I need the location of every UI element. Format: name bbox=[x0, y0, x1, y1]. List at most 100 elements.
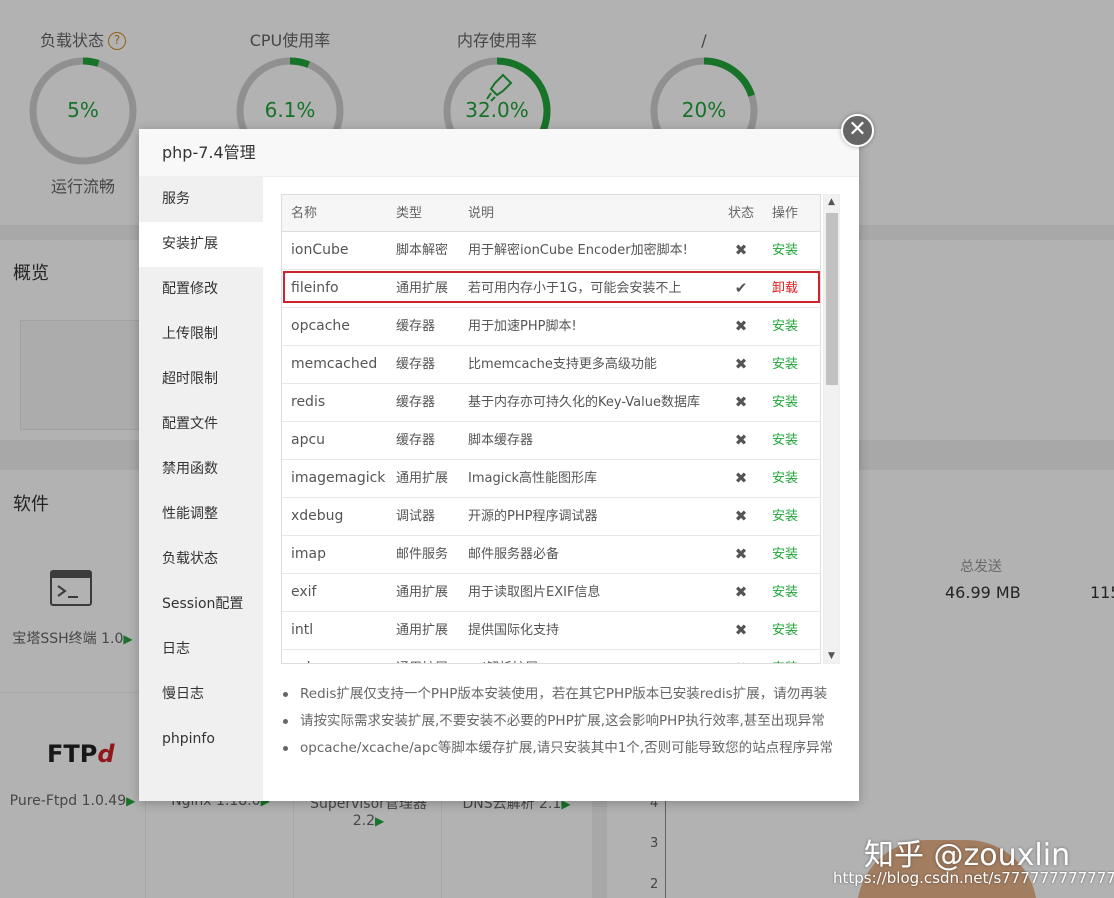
table-header: 名称 类型 说明 状态 操作 bbox=[282, 195, 820, 232]
extension-desc: xsl解析扩展 bbox=[468, 650, 723, 663]
install-link[interactable]: 安装 bbox=[772, 612, 812, 649]
table-scrollbar[interactable]: ▲ ▼ bbox=[823, 194, 840, 664]
extension-name: xdebug bbox=[291, 508, 344, 524]
extension-desc: 邮件服务器必备 bbox=[468, 547, 560, 562]
extension-type: 邮件服务 bbox=[396, 547, 449, 562]
extension-type: 缓存器 bbox=[396, 395, 436, 410]
sidebar-item[interactable]: 性能调整 bbox=[139, 492, 263, 537]
note-item: Redis扩展仅支持一个PHP版本安装使用，若在其它PHP版本已安装redis扩… bbox=[283, 681, 843, 708]
extension-type: 缓存器 bbox=[396, 433, 436, 448]
extension-desc: 用于加速PHP脚本! bbox=[468, 319, 577, 334]
table-row: imap 邮件服务 邮件服务器必备 ✖ 安装 bbox=[282, 536, 820, 574]
sidebar-item[interactable]: 慢日志 bbox=[139, 672, 263, 717]
table-row: intl 通用扩展 提供国际化支持 ✖ 安装 bbox=[282, 612, 820, 650]
cross-icon: ✖ bbox=[734, 355, 748, 373]
install-link[interactable]: 安装 bbox=[772, 460, 812, 497]
extension-name: imagemagick bbox=[291, 470, 386, 486]
extension-type: 缓存器 bbox=[396, 357, 436, 372]
cross-icon: ✖ bbox=[728, 650, 754, 663]
extension-type: 通用扩展 bbox=[396, 471, 449, 486]
table-row: xsl 通用扩展 xsl解析扩展 ✖ 安装 bbox=[282, 650, 820, 663]
cross-icon: ✖ bbox=[734, 469, 748, 487]
header-status: 状态 bbox=[728, 206, 754, 221]
table-row: exif 通用扩展 用于读取图片EXIF信息 ✖ 安装 bbox=[282, 574, 820, 612]
header-op: 操作 bbox=[772, 206, 799, 221]
install-link[interactable]: 安装 bbox=[772, 536, 812, 573]
extension-type: 通用扩展 bbox=[396, 650, 462, 663]
extension-desc: 用于读取图片EXIF信息 bbox=[468, 585, 601, 600]
install-link[interactable]: 安装 bbox=[772, 346, 812, 383]
cross-icon: ✖ bbox=[734, 583, 748, 601]
extension-desc: 开源的PHP程序调试器 bbox=[468, 509, 598, 524]
extension-desc: Imagick高性能图形库 bbox=[468, 471, 598, 486]
sidebar-item[interactable]: 安装扩展 bbox=[139, 222, 263, 267]
note-item: 请按实际需求安装扩展,不要安装不必要的PHP扩展,这会影响PHP执行效率,甚至出… bbox=[283, 708, 843, 735]
extension-type: 缓存器 bbox=[396, 319, 436, 334]
extension-type: 调试器 bbox=[396, 509, 436, 524]
extension-type: 脚本解密 bbox=[396, 243, 449, 258]
sidebar-item[interactable]: Session配置 bbox=[139, 582, 263, 627]
extension-name: imap bbox=[291, 546, 326, 562]
close-icon[interactable]: ✕ bbox=[841, 114, 874, 147]
note-item: opcache/xcache/apc等脚本缓存扩展,请只安装其中1个,否则可能导… bbox=[283, 735, 843, 762]
header-desc: 说明 bbox=[468, 206, 495, 221]
table-row: imagemagick 通用扩展 Imagick高性能图形库 ✖ 安装 bbox=[282, 460, 820, 498]
extension-name: memcached bbox=[291, 356, 378, 372]
extension-name: ionCube bbox=[291, 242, 349, 258]
php-manager-dialog: php-7.4管理 服务 安装扩展 配置修改 上传限制 超时限制 配置文件 禁用函数 性能调整… bbox=[139, 129, 859, 801]
extension-name: opcache bbox=[291, 318, 350, 334]
highlight-box bbox=[283, 271, 820, 303]
install-link[interactable]: 安装 bbox=[772, 498, 812, 535]
sidebar-item[interactable]: 超时限制 bbox=[139, 357, 263, 402]
table-row: apcu 缓存器 脚本缓存器 ✖ 安装 bbox=[282, 422, 820, 460]
cross-icon: ✖ bbox=[734, 507, 748, 525]
table-row: xdebug 调试器 开源的PHP程序调试器 ✖ 安装 bbox=[282, 498, 820, 536]
sidebar-item[interactable]: 日志 bbox=[139, 627, 263, 672]
scroll-up-icon[interactable]: ▲ bbox=[824, 197, 839, 207]
table-row: ionCube 脚本解密 用于解密ionCube Encoder加密脚本! ✖ 安装 bbox=[282, 232, 820, 270]
sidebar-item[interactable]: phpinfo bbox=[139, 717, 263, 762]
extension-type: 通用扩展 bbox=[396, 623, 449, 638]
install-link[interactable]: 安装 bbox=[772, 232, 812, 269]
sidebar-item[interactable]: 服务 bbox=[139, 177, 263, 222]
csdn-watermark: https://blog.csdn.net/s7777777777777 bbox=[833, 869, 1114, 887]
cross-icon: ✖ bbox=[734, 545, 748, 563]
sidebar-item[interactable]: 负载状态 bbox=[139, 537, 263, 582]
extension-name: apcu bbox=[291, 432, 326, 448]
install-link[interactable]: 安装 bbox=[772, 574, 812, 611]
extension-type: 通用扩展 bbox=[396, 585, 449, 600]
extension-name: exif bbox=[291, 584, 317, 600]
cross-icon: ✖ bbox=[734, 621, 748, 639]
sidebar-item[interactable]: 禁用函数 bbox=[139, 447, 263, 492]
sidebar-item[interactable]: 配置文件 bbox=[139, 402, 263, 447]
zhihu-watermark: 知乎 @zouxlin bbox=[864, 838, 1071, 873]
scrollbar-thumb[interactable] bbox=[826, 213, 838, 385]
extension-desc: 用于解密ionCube Encoder加密脚本! bbox=[468, 243, 688, 258]
extension-desc: 脚本缓存器 bbox=[468, 433, 534, 448]
sidebar-item[interactable]: 上传限制 bbox=[139, 312, 263, 357]
extension-desc: 比memcache支持更多高级功能 bbox=[468, 357, 657, 372]
table-row: opcache 缓存器 用于加速PHP脚本! ✖ 安装 bbox=[282, 308, 820, 346]
notes-list: Redis扩展仅支持一个PHP版本安装使用，若在其它PHP版本已安装redis扩… bbox=[283, 681, 843, 762]
dialog-title: php-7.4管理 bbox=[139, 129, 859, 177]
header-name: 名称 bbox=[291, 206, 318, 221]
install-link[interactable]: 安装 bbox=[772, 650, 812, 663]
extension-name: xsl bbox=[291, 650, 391, 663]
cross-icon: ✖ bbox=[734, 393, 748, 411]
extension-desc: 提供国际化支持 bbox=[468, 623, 560, 638]
install-link[interactable]: 安装 bbox=[772, 308, 812, 345]
install-link[interactable]: 安装 bbox=[772, 384, 812, 421]
table-row: redis 缓存器 基于内存亦可持久化的Key-Value数据库 ✖ 安装 bbox=[282, 384, 820, 422]
sidebar-item[interactable]: 配置修改 bbox=[139, 267, 263, 312]
extension-table: 名称 类型 说明 状态 操作 ionCube 脚本解密 用于解密ionCube En… bbox=[281, 194, 821, 664]
table-row: memcached 缓存器 比memcache支持更多高级功能 ✖ 安装 bbox=[282, 346, 820, 384]
extension-name: redis bbox=[291, 394, 326, 410]
cross-icon: ✖ bbox=[734, 317, 748, 335]
dialog-sidebar: 服务 安装扩展 配置修改 上传限制 超时限制 配置文件 禁用函数 性能调整 负载状态 Sessio… bbox=[139, 177, 263, 801]
cross-icon: ✖ bbox=[734, 431, 748, 449]
extension-name: intl bbox=[291, 622, 314, 638]
extension-desc: 基于内存亦可持久化的Key-Value数据库 bbox=[468, 395, 700, 410]
cross-icon: ✖ bbox=[734, 241, 748, 259]
install-link[interactable]: 安装 bbox=[772, 422, 812, 459]
scroll-down-icon[interactable]: ▼ bbox=[824, 651, 839, 661]
